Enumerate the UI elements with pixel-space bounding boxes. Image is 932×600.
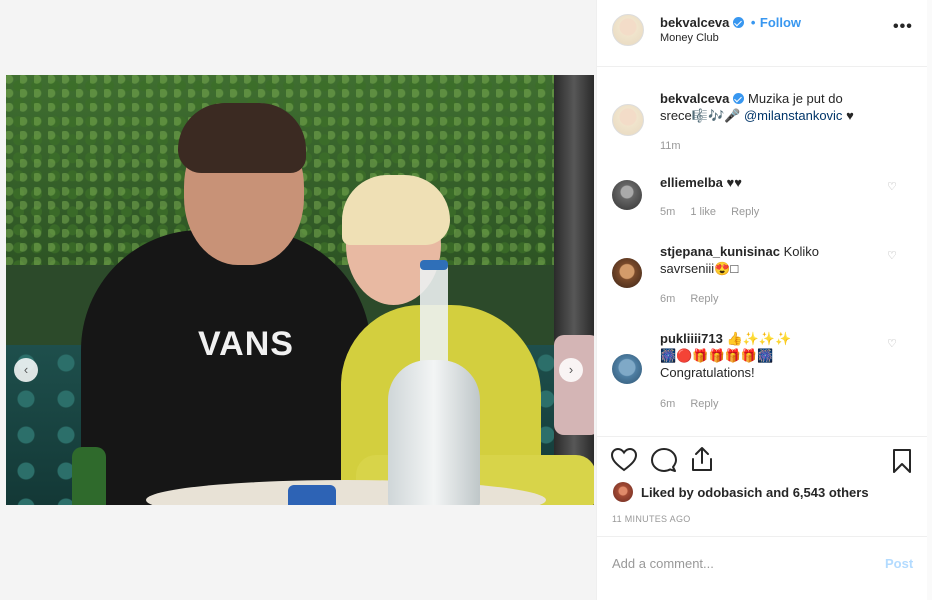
pillar xyxy=(554,75,594,505)
commenter-avatar[interactable] xyxy=(612,258,642,288)
likes-count[interactable]: Liked by odobasich and 6,543 others xyxy=(641,485,869,500)
photo-column: VANS ‹ › xyxy=(0,0,596,600)
caption-avatar[interactable] xyxy=(612,104,644,136)
post-comment-button[interactable]: Post xyxy=(885,556,913,571)
shirt-logo: VANS xyxy=(198,325,294,363)
comment-divider xyxy=(597,536,927,537)
comment-time: 6m xyxy=(660,398,676,410)
verified-icon xyxy=(733,93,745,104)
caption-time: 11m xyxy=(660,140,681,152)
caption-mention[interactable]: @milanstankovic xyxy=(744,108,842,123)
post-header: bekvalceva • Follow xyxy=(660,14,801,32)
comment: elliemelba ♥♥ xyxy=(660,174,880,191)
follow-separator: • xyxy=(750,15,756,30)
comment-meta: 6m Reply xyxy=(660,293,730,305)
next-photo-button[interactable]: › xyxy=(559,358,583,382)
comment: stjepana_kunisinac Koliko savrseniii😍□ xyxy=(660,243,875,277)
comment-time: 6m xyxy=(660,293,676,305)
man-figure xyxy=(81,230,371,505)
previous-photo-button[interactable]: ‹ xyxy=(14,358,38,382)
more-options-icon[interactable]: ••• xyxy=(893,18,913,36)
location-link[interactable]: Money Club xyxy=(660,32,719,44)
reply-button[interactable]: Reply xyxy=(731,206,759,218)
like-heart-icon[interactable] xyxy=(611,448,637,472)
verified-icon xyxy=(733,17,745,28)
comment-username[interactable]: stjepana_kunisinac xyxy=(660,244,780,259)
comment-likes[interactable]: 1 like xyxy=(690,206,716,218)
caption-suffix: ♥ xyxy=(846,108,854,123)
reply-button[interactable]: Reply xyxy=(690,398,718,410)
follow-button[interactable]: Follow xyxy=(760,15,801,30)
comment-like-icon[interactable]: ♡ xyxy=(887,251,898,262)
woman-hair xyxy=(342,175,450,245)
post-photo[interactable]: VANS ‹ › xyxy=(6,75,594,505)
share-icon[interactable] xyxy=(691,446,713,472)
author-avatar[interactable] xyxy=(612,14,644,46)
add-comment-input[interactable]: Add a comment... xyxy=(612,556,714,571)
caption-username[interactable]: bekvalceva xyxy=(660,91,729,106)
header-divider xyxy=(597,66,927,67)
comment-username[interactable]: pukliiii713 xyxy=(660,331,723,346)
comment-username[interactable]: elliemelba xyxy=(660,175,723,190)
commenter-avatar[interactable] xyxy=(612,354,642,384)
commenter-avatar[interactable] xyxy=(612,180,642,210)
comment-like-icon[interactable]: ♡ xyxy=(887,339,898,350)
comment-time: 5m xyxy=(660,206,676,218)
comment-like-icon[interactable]: ♡ xyxy=(887,182,898,193)
post-sidebar: bekvalceva • Follow Money Club ••• bekva… xyxy=(596,0,927,600)
vodka-bottle xyxy=(388,260,480,505)
comment-bubble-icon[interactable] xyxy=(651,448,677,474)
comment: pukliiii713 👍✨✨✨ 🎆🔴🎁🎁🎁🎁🎆 Congratulations… xyxy=(660,330,875,381)
reply-button[interactable]: Reply xyxy=(690,293,718,305)
comment-text: Congratulations! xyxy=(660,365,755,380)
comment-meta: 6m Reply xyxy=(660,398,730,410)
comment-text: 👍✨✨✨ xyxy=(726,331,792,346)
comment-meta: 5m 1 like Reply xyxy=(660,206,771,218)
man-hair xyxy=(178,103,306,173)
save-bookmark-icon[interactable] xyxy=(892,448,912,474)
post-timestamp: 11 MINUTES AGO xyxy=(612,514,691,524)
comment-text: ♥♥ xyxy=(726,175,742,190)
handbag xyxy=(554,335,594,435)
author-username[interactable]: bekvalceva xyxy=(660,15,729,30)
soda-can xyxy=(288,485,336,505)
liker-avatar[interactable] xyxy=(613,482,633,502)
green-bottle xyxy=(72,447,106,505)
actions-divider xyxy=(597,436,927,437)
comment-text: 🎆🔴🎁🎁🎁🎁🎆 xyxy=(660,348,774,363)
caption: bekvalceva Muzika je put do srece🎼🎶🎤 @mi… xyxy=(660,90,910,124)
